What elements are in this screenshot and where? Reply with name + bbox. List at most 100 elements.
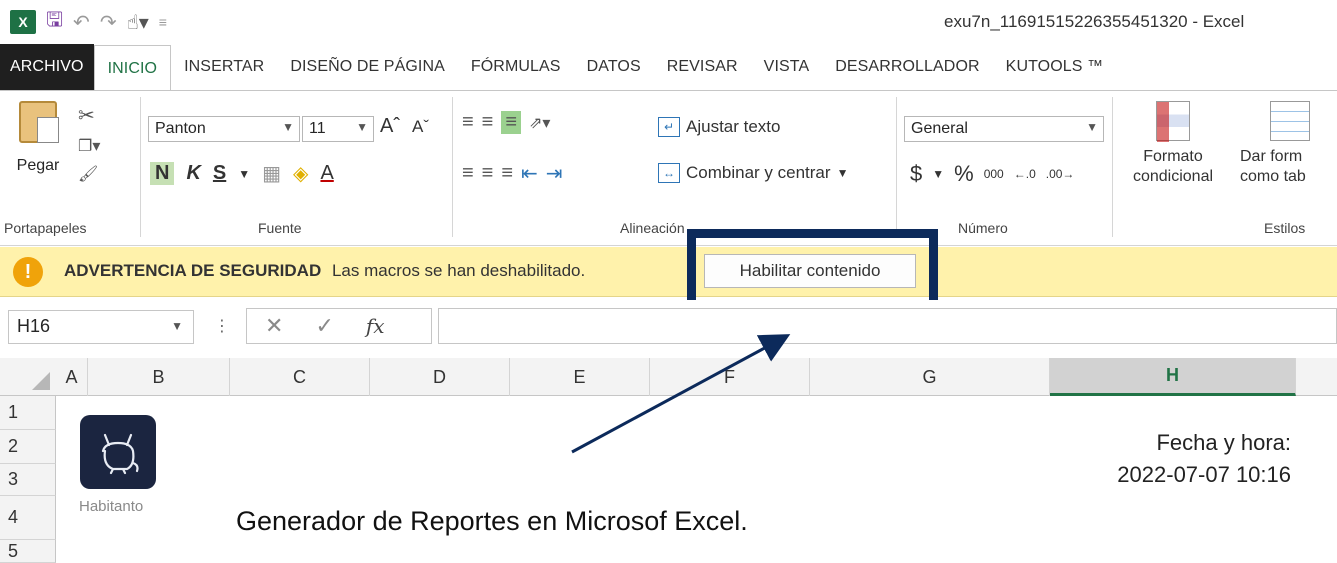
thousands-button[interactable]: 000 [984, 167, 1004, 181]
vertical-align-row: ≡ ≡ ≡ ⇗▾ [462, 111, 550, 134]
conditional-format-icon [1156, 101, 1190, 142]
currency-button[interactable]: $ [910, 161, 922, 187]
row-header-2[interactable]: 2 [0, 430, 56, 464]
decrease-decimal-icon[interactable]: .00→ [1046, 167, 1075, 181]
cancel-icon[interactable]: ✕ [265, 313, 283, 339]
align-left-icon[interactable]: ≡ [462, 162, 474, 185]
font-name-value: Panton [155, 120, 206, 137]
row-header-3[interactable]: 3 [0, 464, 56, 496]
confirm-icon[interactable]: ✓ [315, 313, 333, 339]
clipboard-tools: ✂ ❐▾ 🖌 [78, 103, 100, 184]
formula-buttons: ✕ ✓ fx [246, 308, 432, 344]
column-header-b[interactable]: B [88, 358, 230, 396]
column-header-f[interactable]: F [650, 358, 810, 396]
format-as-table-label-1: Dar form [1240, 148, 1303, 165]
warning-icon: ! [13, 257, 43, 287]
formula-bar: H16 ▼ ⋮ ✕ ✓ fx [0, 300, 1337, 352]
paste-label: Pegar [16, 157, 60, 174]
tab-diseno-de-pagina[interactable]: DISEÑO DE PÁGINA [277, 44, 458, 90]
chevron-down-icon: ▼ [1086, 120, 1098, 134]
chevron-down-icon: ▼ [356, 120, 368, 134]
increase-font-icon[interactable]: Aˆ [380, 115, 400, 138]
chevron-down-icon: ▼ [282, 120, 294, 134]
row-header-1[interactable]: 1 [0, 396, 56, 430]
merge-center-label: Combinar y centrar [686, 163, 831, 182]
tab-kutools[interactable]: KUTOOLS ™ [993, 44, 1117, 90]
tab-desarrollador[interactable]: DESARROLLADOR [822, 44, 992, 90]
row-header-4[interactable]: 4 [0, 496, 56, 540]
tab-revisar[interactable]: REVISAR [654, 44, 751, 90]
align-center-icon[interactable]: ≡ [482, 162, 494, 185]
name-box[interactable]: H16 ▼ [8, 310, 194, 344]
customize-qat-icon[interactable]: ≡ [159, 14, 167, 30]
formula-input[interactable] [438, 308, 1337, 344]
column-header-h[interactable]: H [1050, 358, 1296, 396]
tab-archivo[interactable]: ARCHIVO [0, 44, 94, 90]
group-label-font: Fuente [258, 220, 302, 236]
ribbon-tabs: ARCHIVO INICIO INSERTAR DISEÑO DE PÁGINA… [0, 44, 1337, 91]
column-header-c[interactable]: C [230, 358, 370, 396]
tab-formulas[interactable]: FÓRMULAS [458, 44, 574, 90]
align-middle-icon[interactable]: ≡ [482, 111, 494, 134]
fill-color-icon[interactable]: ◈ [293, 161, 308, 186]
number-format-select[interactable]: General ▼ [904, 116, 1104, 142]
touch-mode-icon[interactable]: ☝▾ [127, 10, 149, 35]
increase-indent-icon[interactable]: ⇥ [546, 161, 563, 186]
habitanto-logo [80, 415, 156, 489]
excel-logo-icon: X [10, 10, 36, 34]
tab-datos[interactable]: DATOS [574, 44, 654, 90]
highlight-frame [687, 229, 938, 309]
format-as-table-button[interactable]: Dar form como tab [1240, 101, 1337, 187]
borders-icon[interactable]: ▦ [262, 161, 281, 186]
select-all-button[interactable] [0, 358, 56, 396]
align-top-icon[interactable]: ≡ [462, 111, 474, 134]
format-painter-icon[interactable]: 🖌 [78, 164, 100, 184]
window-title: exu7n_11691515226355451320 - Excel [944, 12, 1245, 31]
tab-vista[interactable]: VISTA [751, 44, 823, 90]
underline-button[interactable]: S [213, 162, 226, 185]
save-icon[interactable]: 🖫 [46, 5, 63, 39]
column-header-g[interactable]: G [810, 358, 1050, 396]
font-format-row: N K S ▼ ▦ ◈ A [150, 161, 334, 186]
wrap-text-button[interactable]: ↵ Ajustar texto [658, 117, 781, 137]
decrease-font-icon[interactable]: Aˇ [412, 117, 429, 137]
align-bottom-icon[interactable]: ≡ [501, 111, 522, 134]
percent-button[interactable]: % [954, 161, 974, 187]
increase-decimal-icon[interactable]: ←.0 [1014, 167, 1036, 181]
datetime-value: 2022-07-07 10:16 [1117, 462, 1291, 487]
tab-inicio[interactable]: INICIO [93, 45, 172, 91]
copy-icon[interactable]: ❐▾ [78, 136, 100, 156]
cat-logo-icon [101, 433, 139, 475]
row-header-5[interactable]: 5 [0, 540, 56, 563]
chevron-down-icon[interactable]: ▼ [932, 167, 944, 181]
chevron-down-icon: ▼ [836, 166, 849, 180]
paste-button[interactable]: Pegar [8, 99, 68, 175]
chevron-down-icon[interactable]: ▼ [238, 167, 250, 181]
merge-center-button[interactable]: ↔ Combinar y centrar ▼ [658, 163, 848, 183]
conditional-format-button[interactable]: Formato condicional [1118, 101, 1228, 187]
quick-access-toolbar: X 🖫 ↶ ↷ ☝▾ ≡ [10, 6, 167, 38]
bold-button[interactable]: N [150, 162, 175, 185]
security-warning-bar: ! ADVERTENCIA DE SEGURIDAD Las macros se… [0, 247, 1337, 297]
tab-insertar[interactable]: INSERTAR [171, 44, 277, 90]
decrease-indent-icon[interactable]: ⇤ [521, 161, 538, 186]
undo-icon[interactable]: ↶ [73, 10, 90, 35]
cut-icon[interactable]: ✂ [78, 103, 100, 128]
column-header-e[interactable]: E [510, 358, 650, 396]
align-right-icon[interactable]: ≡ [501, 162, 513, 185]
redo-icon[interactable]: ↷ [100, 10, 117, 35]
font-color-icon[interactable]: A [320, 162, 333, 185]
column-header-a[interactable]: A [56, 358, 88, 396]
italic-button[interactable]: K [186, 162, 200, 185]
font-size-value: 11 [309, 120, 326, 137]
font-size-select[interactable]: 11 ▼ [302, 116, 374, 142]
format-as-table-label-2: como tab [1240, 168, 1306, 185]
name-box-value: H16 [17, 316, 51, 336]
group-label-alignment: Alineación [620, 220, 685, 236]
insert-function-icon[interactable]: fx [366, 314, 385, 338]
group-label-styles: Estilos [1264, 220, 1306, 236]
formula-bar-grip-icon[interactable]: ⋮ [214, 316, 230, 336]
column-header-d[interactable]: D [370, 358, 510, 396]
orientation-icon[interactable]: ⇗▾ [529, 113, 550, 133]
font-name-select[interactable]: Panton ▼ [148, 116, 300, 142]
